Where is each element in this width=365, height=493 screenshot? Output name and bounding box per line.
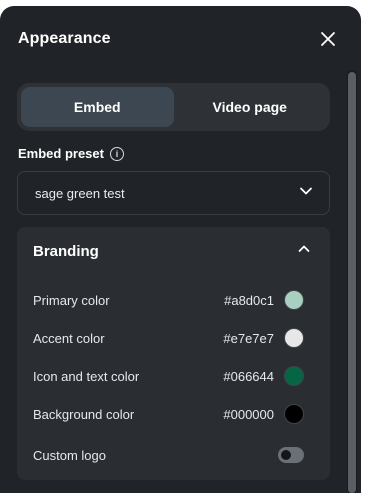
branding-header[interactable]: Branding xyxy=(33,241,310,261)
accent-color-swatch[interactable] xyxy=(284,328,304,348)
icon-text-color-swatch[interactable] xyxy=(284,366,304,386)
icon-text-color-row: Icon and text color #066644 xyxy=(33,365,304,387)
custom-logo-toggle[interactable] xyxy=(278,447,304,463)
background-color-hex: #000000 xyxy=(223,406,274,422)
chevron-up-icon[interactable] xyxy=(298,242,310,260)
icon-text-color-label: Icon and text color xyxy=(33,368,140,384)
panel-title: Appearance xyxy=(18,30,111,47)
scrollbar-thumb[interactable] xyxy=(348,72,356,493)
background-color-swatch[interactable] xyxy=(284,404,304,424)
embed-preset-label-row: Embed preset i xyxy=(18,146,124,161)
tab-video-page[interactable]: Video page xyxy=(174,87,327,127)
accent-color-hex: #e7e7e7 xyxy=(223,330,274,346)
scrollbar[interactable] xyxy=(347,70,357,493)
chevron-down-icon xyxy=(299,184,313,203)
icon-text-color-hex: #066644 xyxy=(223,368,274,384)
appearance-panel: Appearance Embed Video page Embed preset… xyxy=(0,6,361,493)
close-icon[interactable] xyxy=(319,30,337,48)
custom-logo-row: Custom logo xyxy=(33,444,304,466)
custom-logo-label: Custom logo xyxy=(33,447,106,463)
embed-preset-label: Embed preset xyxy=(18,146,104,161)
branding-section: Branding Primary color #a8d0c1 Accent co… xyxy=(17,227,330,480)
embed-preset-value: sage green test xyxy=(35,185,125,201)
primary-color-hex: #a8d0c1 xyxy=(224,292,274,308)
panel-header: Appearance xyxy=(18,28,337,50)
view-tabs: Embed Video page xyxy=(17,83,330,131)
toggle-knob xyxy=(281,450,291,460)
primary-color-label: Primary color xyxy=(33,292,110,308)
accent-color-row: Accent color #e7e7e7 xyxy=(33,327,304,349)
info-icon[interactable]: i xyxy=(109,146,124,161)
accent-color-label: Accent color xyxy=(33,330,105,346)
embed-preset-select[interactable]: sage green test xyxy=(17,171,330,215)
background-color-row: Background color #000000 xyxy=(33,403,304,425)
background-color-label: Background color xyxy=(33,406,135,422)
primary-color-swatch[interactable] xyxy=(284,290,304,310)
tab-embed[interactable]: Embed xyxy=(21,87,174,127)
primary-color-row: Primary color #a8d0c1 xyxy=(33,289,304,311)
branding-title: Branding xyxy=(33,242,99,260)
